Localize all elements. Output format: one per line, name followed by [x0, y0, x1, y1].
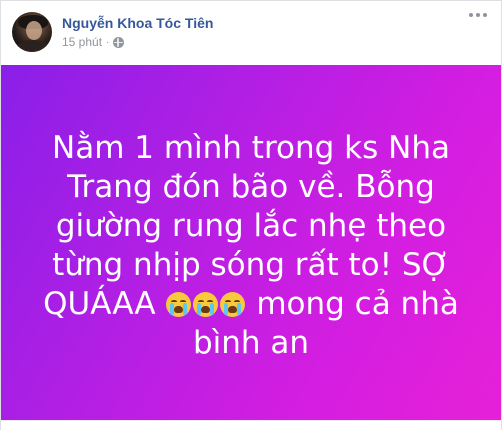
- status-line-1: Nằm 1 mình trong ks Nha: [52, 129, 450, 166]
- crying-face-icon: [220, 291, 246, 317]
- author-name[interactable]: Nguyễn Khoa Tóc Tiên: [62, 15, 213, 31]
- facebook-post: Nguyễn Khoa Tóc Tiên 15 phút · Nằm 1 mìn…: [0, 0, 502, 431]
- more-dot: [469, 13, 473, 17]
- crying-emoji-group: [165, 286, 246, 322]
- author-avatar[interactable]: [12, 12, 52, 52]
- avatar-shoulder: [16, 40, 50, 52]
- more-options-icon[interactable]: [469, 13, 487, 17]
- globe-icon[interactable]: [113, 36, 125, 48]
- meta-separator: ·: [106, 36, 110, 48]
- status-line-3: giường rung lắc nhẹ theo: [55, 207, 447, 244]
- more-dot: [476, 13, 480, 17]
- status-line-5-end: mong cả nhà: [256, 285, 459, 322]
- post-header: Nguyễn Khoa Tóc Tiên 15 phút ·: [1, 1, 501, 65]
- crying-face-icon: [166, 291, 192, 317]
- post-footer-divider: [1, 420, 501, 431]
- crying-face-icon: [193, 291, 219, 317]
- status-line-4: từng nhịp sóng rất to! SỢ: [52, 246, 450, 283]
- more-dot: [483, 13, 487, 17]
- status-line-2: Trang đón bão về. Bỗng: [67, 168, 435, 205]
- status-text: Nằm 1 mình trong ks Nha Trang đón bão về…: [36, 129, 466, 363]
- status-background: Nằm 1 mình trong ks Nha Trang đón bão về…: [1, 65, 501, 420]
- status-line-5-start: QUÁAA: [43, 285, 156, 322]
- post-meta: 15 phút ·: [62, 35, 125, 49]
- avatar-face: [26, 21, 42, 40]
- status-line-6: bình an: [192, 324, 310, 361]
- post-timestamp[interactable]: 15 phút: [62, 35, 102, 49]
